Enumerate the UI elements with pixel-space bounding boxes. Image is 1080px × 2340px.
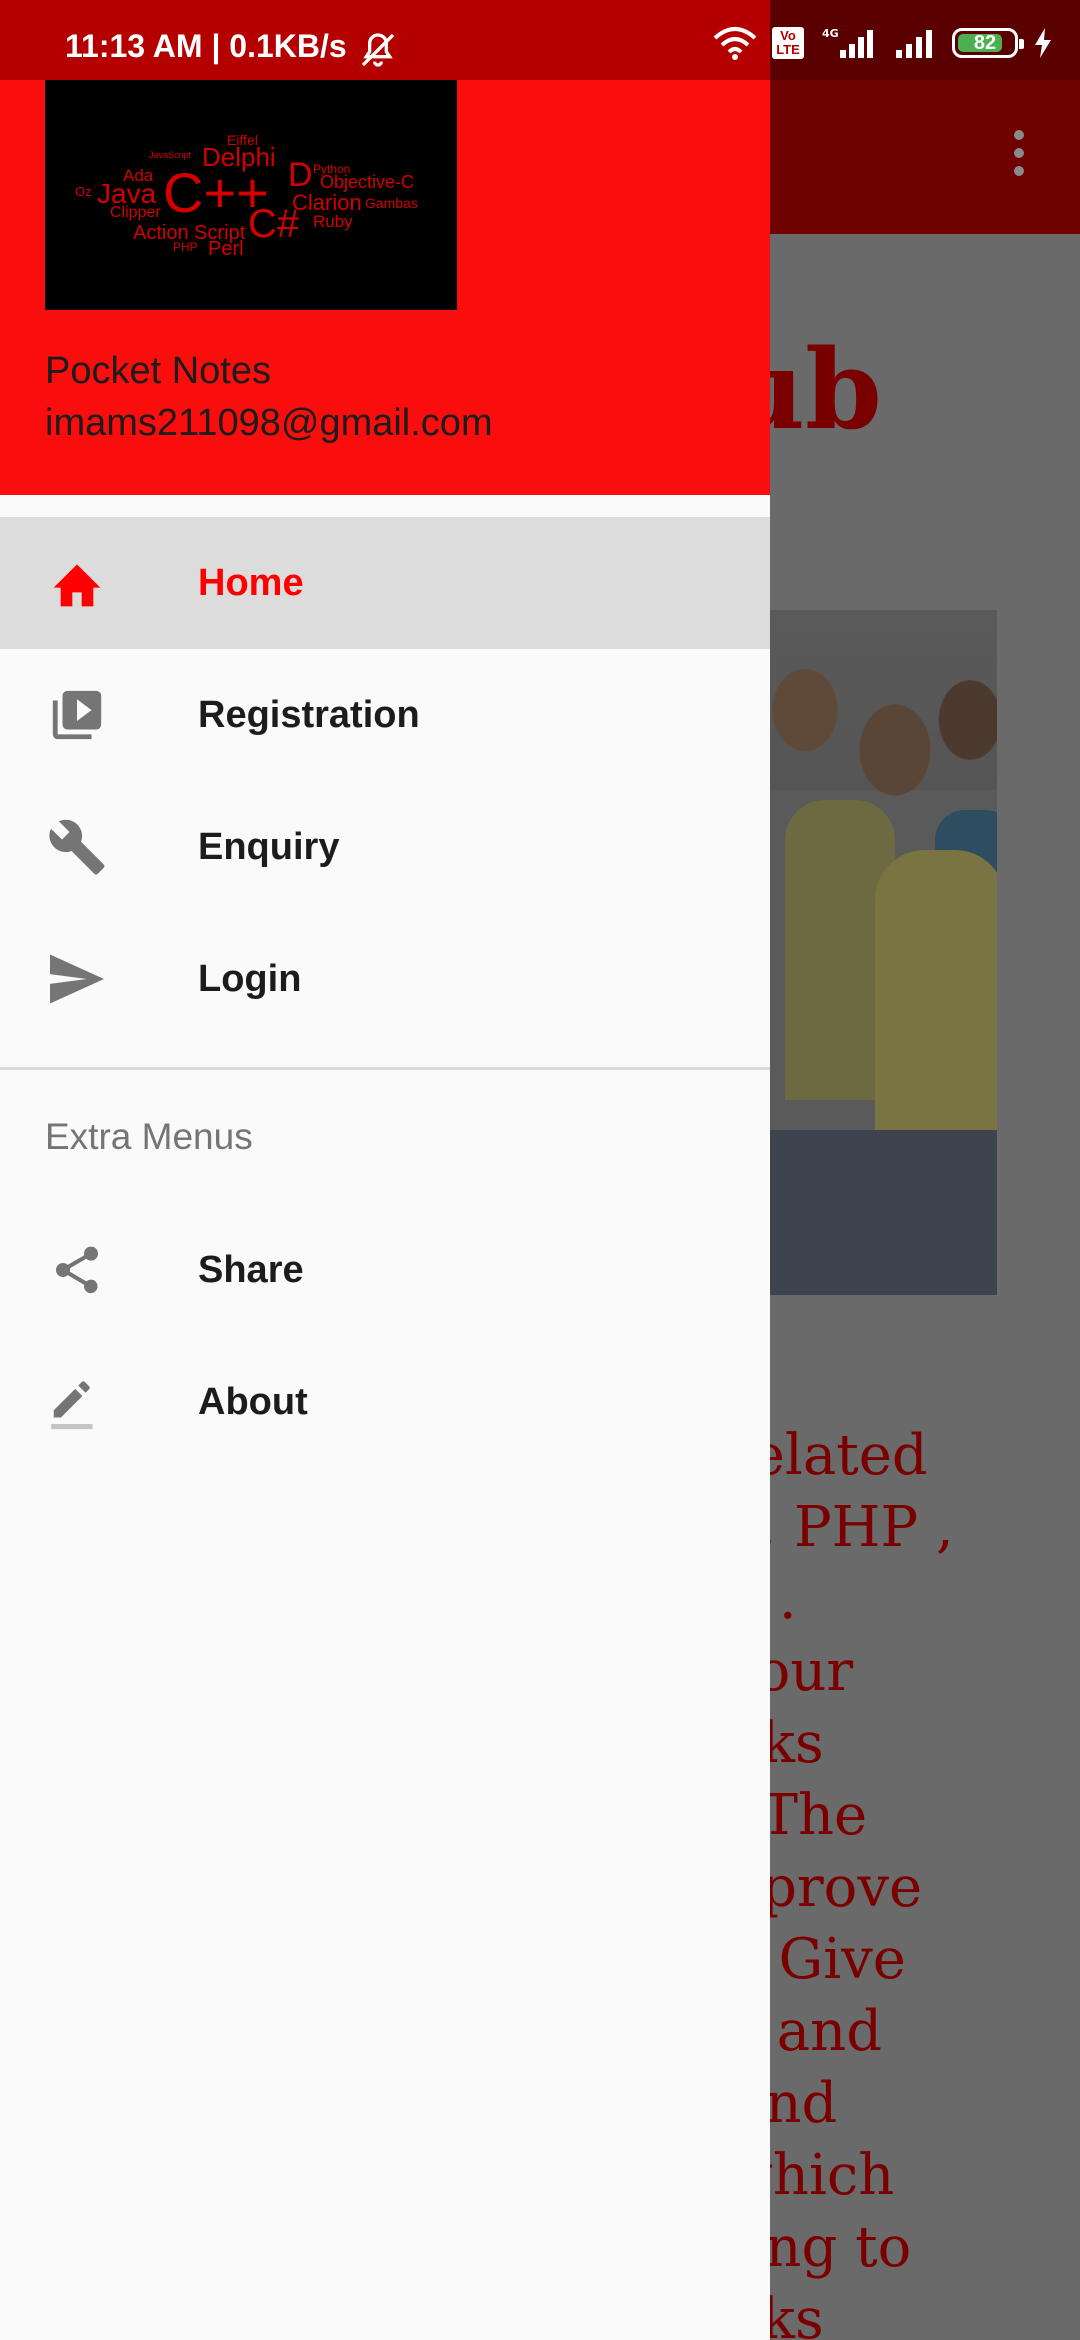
wrench-icon <box>46 816 108 878</box>
menu-item-share[interactable]: Share <box>0 1204 770 1336</box>
menu-item-login[interactable]: Login <box>0 913 770 1045</box>
status-bar: 11:13 AM | 0.1KB/s Vo LTE 4G 82 <box>0 0 1080 80</box>
menu-label-enquiry: Enquiry <box>198 825 340 868</box>
status-time: 11:13 AM | 0.1KB/s <box>65 28 347 64</box>
extra-menus-header: Extra Menus <box>45 1116 253 1157</box>
signal-4g-icon: 4G <box>822 27 873 58</box>
programming-languages-logo: Eiffel Delphi D Python Objective-C Ada J… <box>45 80 457 310</box>
charging-icon <box>1035 28 1051 58</box>
battery-icon: 82 <box>952 28 1024 58</box>
menu-item-home[interactable]: Home <box>0 517 770 649</box>
volte-icon: Vo LTE <box>772 27 804 59</box>
overflow-menu-icon[interactable] <box>1006 130 1032 184</box>
extra-menu: Share About <box>0 1204 770 1468</box>
menu-label-home: Home <box>198 561 304 604</box>
main-menu: Home Registration Enquiry Login <box>0 517 770 1045</box>
video-library-icon <box>46 684 108 746</box>
battery-level: 82 <box>973 31 997 54</box>
menu-item-about[interactable]: About <box>0 1336 770 1468</box>
send-icon <box>46 948 108 1010</box>
home-icon <box>46 552 108 614</box>
menu-label-share: Share <box>198 1248 304 1291</box>
wifi-icon <box>713 27 757 60</box>
navigation-drawer: Eiffel Delphi D Python Objective-C Ada J… <box>0 80 770 2340</box>
edit-icon <box>46 1371 108 1433</box>
signal-icon <box>896 30 932 58</box>
menu-label-about: About <box>198 1380 308 1423</box>
user-email: imams211098@gmail.com <box>45 402 493 444</box>
mute-bell-icon <box>361 33 395 67</box>
menu-label-login: Login <box>198 957 302 1000</box>
svg-text:4G: 4G <box>822 27 839 40</box>
menu-item-enquiry[interactable]: Enquiry <box>0 781 770 913</box>
app-description-text: related a, PHP , n . your nks . The npro… <box>725 1423 954 2340</box>
app-name: Pocket Notes <box>45 350 271 392</box>
menu-label-registration: Registration <box>198 693 420 736</box>
menu-item-registration[interactable]: Registration <box>0 649 770 781</box>
share-icon <box>46 1239 108 1301</box>
drawer-header: Eiffel Delphi D Python Objective-C Ada J… <box>0 80 770 495</box>
menu-divider <box>0 1067 770 1070</box>
